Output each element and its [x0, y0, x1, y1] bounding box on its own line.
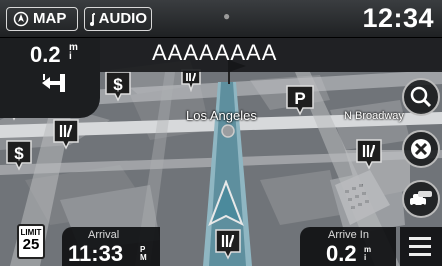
- arrival-time: 11:33: [68, 241, 124, 266]
- restaurant-icon[interactable]: [214, 228, 242, 260]
- traffic-cars-icon: [410, 191, 432, 208]
- svg-text:P: P: [294, 89, 305, 108]
- turn-left-arrow-icon: [42, 74, 65, 92]
- map-button-label: MAP: [33, 10, 67, 27]
- turn-distance: 0.2: [30, 42, 61, 67]
- restaurant-icon[interactable]: [355, 138, 383, 170]
- cancel-route-icon: [411, 139, 431, 159]
- dollar-icon[interactable]: $: [104, 70, 132, 102]
- arrival-label: Arrival: [88, 229, 120, 241]
- arrive-in-value: 0.2: [326, 241, 357, 266]
- svg-text:$: $: [113, 75, 123, 94]
- dollar-icon[interactable]: $: [5, 139, 33, 171]
- next-street-name: AAAAAAAA: [152, 40, 278, 65]
- turn-distance-unit: m i: [69, 42, 78, 62]
- restaurant-icon[interactable]: [52, 118, 80, 150]
- search-icon: [410, 86, 432, 108]
- street-label: N Broadway: [344, 110, 404, 122]
- vehicle-position-icon: [208, 180, 244, 227]
- clock: 12:34: [362, 3, 434, 33]
- audio-button-label: AUDIO: [98, 10, 147, 27]
- arrive-in-box[interactable]: Arrive In 0.2 m i: [300, 227, 396, 266]
- bluetooth-indicator: ●: [223, 9, 231, 23]
- top-bar: MAP AUDIO ● 12:34: [0, 0, 442, 38]
- compass-icon: [13, 11, 29, 27]
- city-label: Los Angeles: [186, 108, 257, 123]
- parking-icon[interactable]: P: [285, 84, 315, 116]
- music-note-icon: [90, 13, 95, 26]
- menu-button[interactable]: [400, 227, 442, 266]
- audio-button[interactable]: AUDIO: [84, 7, 152, 31]
- arrive-in-unit: m i: [364, 245, 372, 262]
- arrival-ampm: P M: [140, 245, 147, 262]
- map-button[interactable]: MAP: [6, 7, 78, 31]
- speed-limit-sign: LIMIT 25: [17, 224, 45, 259]
- svg-text:$: $: [14, 144, 24, 163]
- cancel-route-button[interactable]: [402, 130, 440, 168]
- arrival-time-box[interactable]: Arrival 11:33 P M: [62, 227, 160, 266]
- speed-limit-value: 25: [22, 236, 40, 253]
- navigation-screen: $ $ P Los Angeles N Broadway MAP AUDIO ●…: [0, 0, 442, 266]
- arrive-in-label: Arrive In: [328, 229, 369, 241]
- traffic-button[interactable]: [402, 180, 440, 218]
- search-button[interactable]: [402, 78, 440, 116]
